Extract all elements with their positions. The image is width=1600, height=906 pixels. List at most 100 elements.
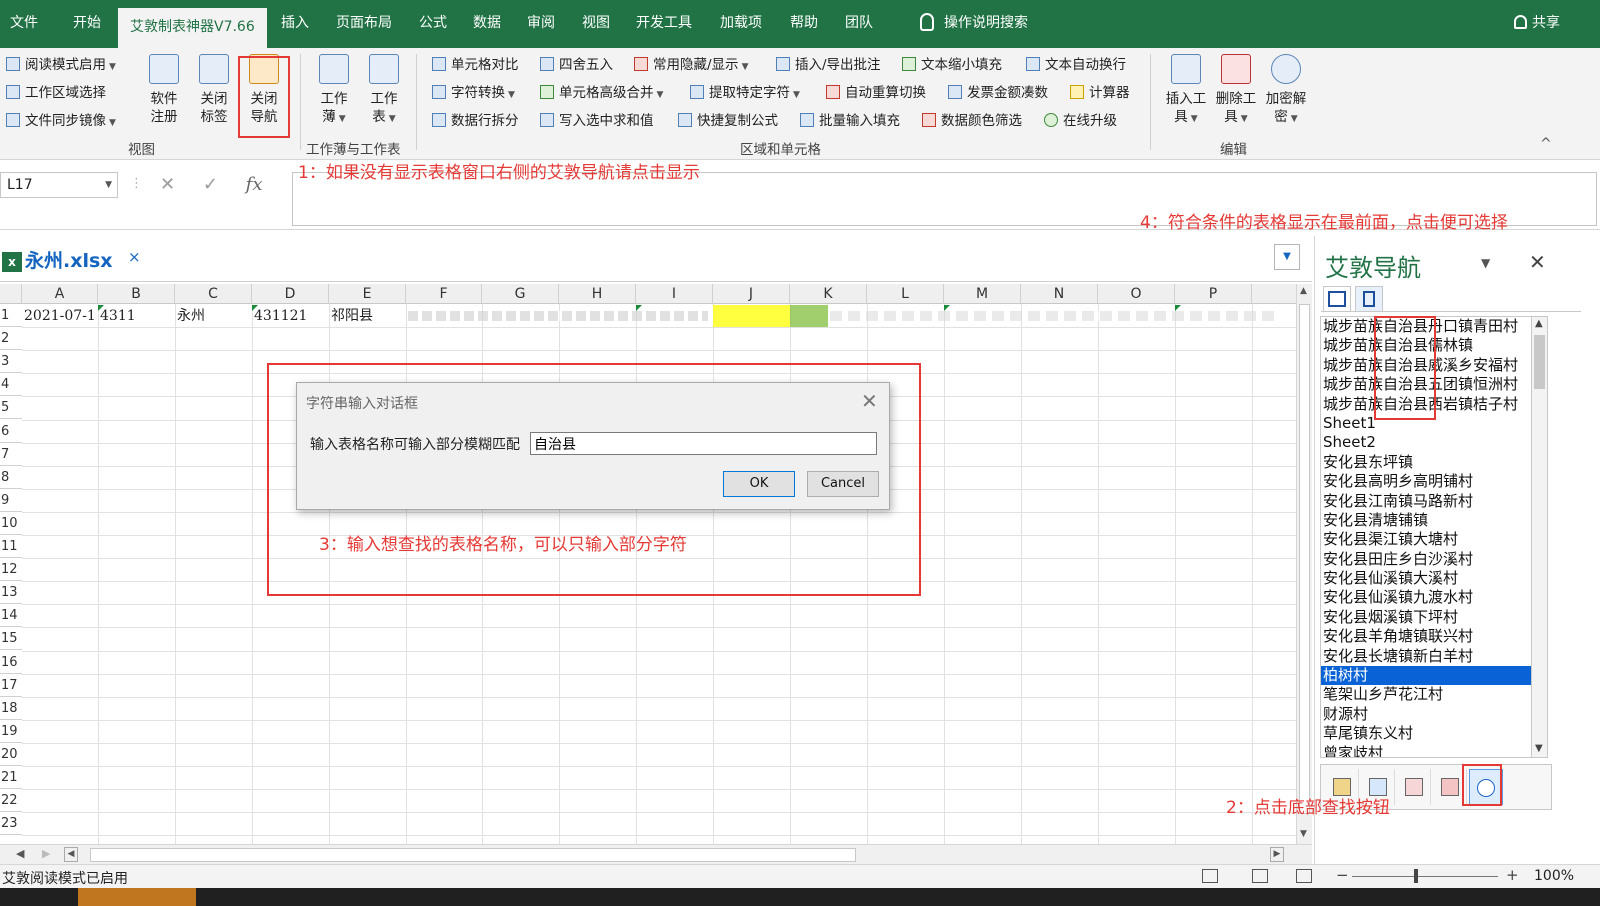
tab-review[interactable]: 审阅 [527, 12, 555, 32]
calculator-button[interactable]: 计算器 [1070, 81, 1130, 101]
horizontal-scrollbar[interactable]: ◀ ▶ ◀ ▶ [0, 844, 1312, 864]
cell-C1[interactable]: 永州 [175, 305, 252, 327]
collapse-ribbon-icon[interactable]: ^ [1540, 136, 1552, 152]
row-header[interactable]: 13 [0, 581, 22, 605]
row-header[interactable]: 17 [0, 674, 22, 697]
read-mode-button[interactable]: 阅读模式启用 ▼ [6, 53, 116, 73]
sheet-name-input[interactable] [530, 432, 877, 455]
row-header[interactable]: 18 [0, 697, 22, 720]
name-box[interactable]: L17 ▼ [0, 172, 118, 198]
zoom-out-icon[interactable]: − [1336, 866, 1349, 884]
sheet-list-item[interactable]: 城步苗族自治县威溪乡安福村 [1321, 356, 1531, 375]
close-workbook-tab-icon[interactable]: × [128, 248, 141, 266]
tab-file[interactable]: 文件 [10, 12, 38, 32]
column-header[interactable]: O [1098, 284, 1175, 304]
tab-formulas[interactable]: 公式 [419, 12, 447, 32]
tab-home[interactable]: 开始 [73, 12, 101, 32]
sheet-list-item[interactable]: 安化县东坪镇 [1321, 453, 1531, 472]
hide-show-button[interactable]: 常用隐藏/显示 ▼ [634, 53, 748, 73]
sheet-list-item[interactable]: 安化县仙溪镇大溪村 [1321, 569, 1531, 588]
round-button[interactable]: 四舍五入 [540, 53, 613, 73]
scroll-left-icon[interactable]: ◀ [64, 847, 78, 862]
page-layout-view-icon[interactable] [1252, 869, 1268, 883]
shrink-fit-button[interactable]: 文本缩小填充 [902, 53, 1002, 73]
column-header[interactable]: N [1021, 284, 1098, 304]
highlighted-cell-J1[interactable] [713, 305, 790, 327]
worksheet-button[interactable]: 工作表 ▼ [360, 54, 408, 128]
cell-A1[interactable]: 2021-07-1 [22, 305, 98, 327]
tab-aidun-tools[interactable]: 艾敦制表神器V7.66 [118, 8, 267, 48]
write-sum-button[interactable]: 写入选中求和值 [540, 109, 654, 129]
spreadsheet-grid[interactable]: ABCDEFGHIJKLMNOP 1 2 3 4 5 6 7 8 9 10 11 12 13 14 15 16… [0, 284, 1296, 844]
cell-D1[interactable]: 431121 [252, 305, 329, 327]
row-header[interactable]: 5 [0, 396, 22, 420]
file-sync-button[interactable]: 文件同步镜像 ▼ [6, 109, 116, 129]
sheet-list-item[interactable]: 安化县田庄乡白沙溪村 [1321, 550, 1531, 569]
row-header[interactable]: 9 [0, 489, 22, 512]
vertical-scroll-thumb[interactable] [1299, 304, 1310, 814]
zoom-in-icon[interactable]: + [1506, 866, 1519, 884]
column-header[interactable]: A [22, 284, 98, 304]
tab-insert[interactable]: 插入 [281, 12, 309, 32]
column-header[interactable]: B [98, 284, 175, 304]
insert-tool-button[interactable]: 插入工具 ▼ [1162, 54, 1210, 128]
sheet-list-item[interactable]: 城步苗族自治县五团镇恒洲村 [1321, 375, 1531, 394]
sheet-list-scroll-thumb[interactable] [1534, 335, 1545, 389]
cell-compare-button[interactable]: 单元格对比 [432, 53, 519, 73]
tab-developer[interactable]: 开发工具 [636, 12, 692, 32]
advanced-merge-button[interactable]: 单元格高级合并 ▼ [540, 81, 663, 101]
row-header[interactable]: 1 [0, 304, 22, 327]
column-header[interactable]: C [175, 284, 252, 304]
sheet-list-item[interactable]: 安化县羊角塘镇联兴村 [1321, 627, 1531, 646]
row-header[interactable]: 11 [0, 535, 22, 558]
nav-tab-columns[interactable] [1355, 286, 1383, 312]
extract-chars-button[interactable]: 提取特定字符 ▼ [690, 81, 800, 101]
sheet-list-item[interactable]: 安化县高明乡高明铺村 [1321, 472, 1531, 491]
cell-E1[interactable]: 祁阳县 [329, 305, 406, 327]
tell-me-search[interactable]: 操作说明搜索 [920, 12, 1028, 32]
sheet-settings-button[interactable] [1397, 769, 1431, 805]
row-header[interactable]: 6 [0, 420, 22, 443]
select-all-corner[interactable] [0, 284, 22, 304]
page-break-view-icon[interactable] [1296, 869, 1312, 883]
row-header[interactable]: 20 [0, 743, 22, 766]
tab-view[interactable]: 视图 [582, 12, 610, 32]
zoom-slider-track[interactable] [1352, 876, 1498, 877]
wrap-text-button[interactable]: 文本自动换行 [1026, 53, 1126, 73]
highlighted-cell-K1[interactable] [790, 305, 828, 327]
zoom-slider-thumb[interactable] [1414, 869, 1418, 883]
sheet-list-item[interactable]: 曾家歧村 [1321, 744, 1531, 757]
delete-tool-button[interactable]: 删除工具 ▼ [1212, 54, 1260, 128]
row-header[interactable]: 12 [0, 558, 22, 582]
ok-button[interactable]: OK [723, 471, 795, 497]
tab-team[interactable]: 团队 [845, 12, 873, 32]
workbook-list-dropdown[interactable]: ▼ [1274, 244, 1300, 270]
column-header[interactable]: P [1175, 284, 1252, 304]
sheet-list-item[interactable]: 城步苗族自治县丹口镇青田村 [1321, 317, 1531, 336]
sheet-list-item[interactable]: 安化县江南镇马路新村 [1321, 492, 1531, 511]
nav-tab-sheets[interactable] [1323, 286, 1351, 312]
row-header[interactable]: 19 [0, 720, 22, 743]
delete-sheet-button[interactable] [1433, 769, 1467, 805]
row-header[interactable]: 23 [0, 812, 22, 836]
sheet-list-scrollbar[interactable]: ▲ ▼ [1532, 316, 1548, 758]
enter-icon[interactable]: ✓ [203, 174, 218, 195]
batch-fill-button[interactable]: 批量输入填充 [800, 109, 900, 129]
zoom-level[interactable]: 100% [1534, 868, 1574, 884]
auto-recalc-button[interactable]: 自动重算切换 [826, 81, 926, 101]
workbook-tab[interactable]: x 永州.xlsx [2, 246, 113, 273]
share-button[interactable]: 共享 [1514, 12, 1560, 32]
sheet-prev-icon[interactable]: ◀ [16, 847, 24, 860]
sheet-list-item[interactable]: 笔架山乡芦花江村 [1321, 685, 1531, 704]
cancel-button[interactable]: Cancel [807, 471, 879, 497]
sheet-list-item[interactable]: 安化县烟溪镇下坪村 [1321, 608, 1531, 627]
scroll-down-icon[interactable]: ▼ [1535, 743, 1543, 754]
tab-page-layout[interactable]: 页面布局 [336, 12, 392, 32]
split-rows-button[interactable]: 数据行拆分 [432, 109, 519, 129]
row-header[interactable]: 4 [0, 373, 22, 397]
sheet-list-item[interactable]: Sheet1 [1321, 414, 1531, 433]
software-register-button[interactable]: 软件 注册 [140, 54, 188, 126]
column-header[interactable]: E [329, 284, 406, 304]
row-header[interactable]: 22 [0, 789, 22, 813]
tab-help[interactable]: 帮助 [790, 12, 818, 32]
